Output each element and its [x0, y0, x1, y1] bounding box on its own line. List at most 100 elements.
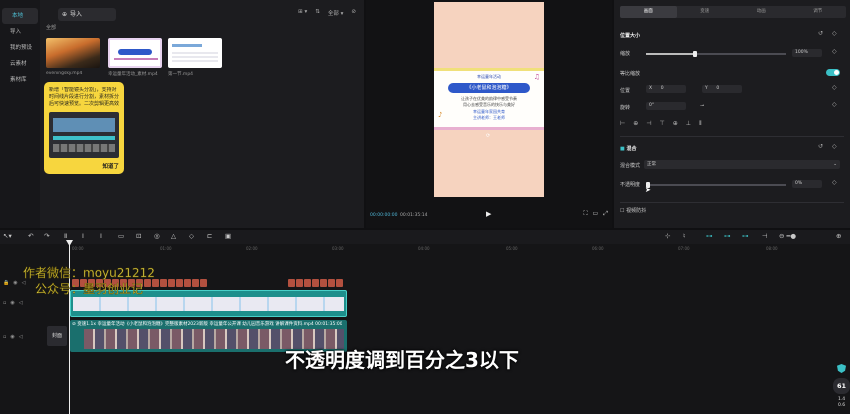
props-tabs: 画面 变速 动画 调节 [620, 6, 846, 18]
plus-icon: ⊕ [62, 11, 68, 18]
align-right-icon[interactable]: ⊣ [646, 120, 651, 128]
card-top-text: 幸运童年活动 [477, 74, 501, 79]
link-main-track-icon[interactable]: ⊶ [706, 232, 713, 240]
uniform-scale-toggle[interactable] [826, 69, 840, 76]
ruler-tick: 03:00 [332, 246, 344, 251]
lock-icon[interactable]: ▫ [3, 334, 6, 340]
blend-checkbox[interactable]: ■ [620, 146, 625, 152]
media-thumbnail[interactable] [168, 38, 222, 68]
split-left-icon[interactable]: Ⅰ [82, 232, 84, 240]
sidebar-item-cloud[interactable]: 云素材 [0, 56, 40, 72]
blend-mode-select[interactable]: 正常 ⌄ [644, 160, 840, 169]
uniform-scale-label: 等比缩放 [620, 71, 641, 77]
sidebar-item-presets[interactable]: 我的预设 [0, 40, 40, 56]
lock-icon[interactable]: 🔒 [3, 280, 9, 286]
blend-mode-value: 正常 [647, 162, 656, 167]
distribute-icon[interactable]: ⫴ [699, 120, 702, 128]
watermark-line: 作者微信：moyu21212 [23, 266, 155, 280]
clip-label: ⊘ 变速1.1x 幸运童年活动《小老鼠和泡泡糖》完整版素材2023新版 幸运童年… [72, 322, 342, 327]
scale-slider-knob[interactable] [693, 51, 697, 57]
cover-button[interactable]: 封面 [47, 326, 67, 346]
split-right-icon[interactable]: Ⅰ [100, 232, 102, 240]
undo-icon[interactable]: ↶ [28, 232, 33, 240]
play-icon[interactable]: ▶ [486, 210, 491, 218]
image-icon[interactable]: ▣ [225, 232, 231, 240]
opacity-slider[interactable] [646, 182, 786, 188]
align-middle-icon[interactable]: ⊕ [673, 120, 678, 128]
search-icon[interactable]: ⊘ [351, 9, 356, 17]
split-view-icon[interactable]: ⊣ [762, 232, 768, 240]
sidebar-item-library[interactable]: 素材库 [0, 72, 40, 88]
scale-slider[interactable] [646, 51, 786, 57]
keyframe-icon[interactable]: ◇ [832, 48, 837, 55]
lock-icon[interactable]: ▫ [3, 300, 6, 306]
divider [620, 136, 844, 137]
view-toggle-icon[interactable]: ⊞ ▾ [298, 9, 307, 17]
select-pointer-icon[interactable]: ↖▾ [3, 232, 12, 240]
anti-shake-row[interactable]: ☐ 视频防抖 [620, 207, 646, 214]
split-icon[interactable]: Ⅱ [64, 232, 67, 240]
checkbox-icon[interactable]: ☐ [620, 208, 624, 214]
card-line: 用心去感受音乐的快乐与美好 [463, 102, 515, 107]
tip-dismiss-button[interactable]: 知道了 [102, 164, 119, 171]
video-preview[interactable]: ♫ ♪ 幸运童年活动 《小老鼠和泡泡糖》 让孩子在优美的韵律中感受节奏 用心去感… [434, 2, 544, 197]
filter-dropdown[interactable]: 全部 ▾ [328, 9, 344, 17]
rotate-icon[interactable]: ◇ [189, 232, 194, 240]
fullscreen-icon[interactable]: ⤢ [603, 210, 608, 218]
reset-icon[interactable]: ↺ [818, 143, 823, 150]
audio-marker-group[interactable] [288, 279, 343, 287]
mirror-icon[interactable]: △ [171, 232, 176, 240]
media-thumbnail[interactable] [108, 38, 162, 68]
align-center-icon[interactable]: ⊕ [633, 120, 638, 128]
tab-animation[interactable]: 动画 [733, 6, 790, 18]
media-caption: 幸运童年活动_素材.mp4 [108, 72, 158, 77]
tab-picture[interactable]: 画面 [620, 6, 677, 18]
keyframe-icon[interactable]: ◇ [832, 143, 837, 150]
eye-icon[interactable]: ◉ [13, 280, 17, 286]
rotate-dial-icon[interactable]: ⊸ [700, 103, 704, 109]
reverse-icon[interactable]: ◎ [154, 232, 160, 240]
redo-icon[interactable]: ↷ [44, 232, 49, 240]
tab-adjust[interactable]: 调节 [790, 6, 847, 18]
position-x-field[interactable]: X 0 [646, 85, 686, 93]
sort-icon[interactable]: ⇅ [315, 9, 320, 17]
preview-axis-icon[interactable]: ⊶ [742, 232, 749, 240]
eye-icon[interactable]: ◉ [10, 334, 14, 340]
sidebar-item-import[interactable]: 导入 [0, 24, 40, 40]
zoom-in-icon[interactable]: ⊕ [836, 232, 841, 240]
scale-slider-fill [646, 53, 695, 55]
zoom-slider[interactable]: ⊖ ━● [779, 232, 796, 240]
media-thumbnail[interactable] [46, 38, 100, 68]
delete-icon[interactable]: ▭ [118, 232, 124, 240]
ruler-tick: 05:00 [506, 246, 518, 251]
opacity-value[interactable]: 0% [792, 180, 822, 188]
eye-icon[interactable]: ◉ [10, 300, 14, 306]
keyframe-icon[interactable]: ◇ [832, 101, 837, 108]
anti-shake-label: 视频防抖 [626, 208, 647, 214]
align-top-icon[interactable]: ⊤ [660, 120, 665, 128]
align-left-icon[interactable]: ⊢ [620, 120, 625, 128]
section-position-size: 位置大小 [620, 33, 641, 39]
crop-icon[interactable]: ⛶ [583, 210, 587, 218]
scale-value[interactable]: 100% [792, 49, 822, 57]
ratio-icon[interactable]: ▭ [593, 210, 599, 218]
auto-snap-icon[interactable]: ⊹ [665, 232, 670, 240]
tab-speed[interactable]: 变速 [677, 6, 734, 18]
reset-icon[interactable]: ↺ [818, 30, 823, 37]
import-button[interactable]: ⊕ 导入 [58, 8, 116, 21]
rotate-handle-icon[interactable]: ⟳ [486, 133, 490, 139]
align-bottom-icon[interactable]: ⊥ [686, 120, 691, 128]
rotate-field[interactable]: 0° [646, 102, 686, 110]
sidebar-item-local[interactable]: 本地 [2, 8, 38, 24]
keyframe-icon[interactable]: ◇ [832, 179, 837, 186]
keyframe-icon[interactable]: ◇ [832, 84, 837, 91]
keyframe-icon[interactable]: ◇ [832, 30, 837, 37]
position-y-field[interactable]: Y 0 [702, 85, 742, 93]
ruler-tick: 06:00 [592, 246, 604, 251]
link-audio-icon[interactable]: ⊶ [724, 232, 731, 240]
audio-icon[interactable]: ◁ [19, 334, 23, 340]
freeze-icon[interactable]: ⊡ [136, 232, 141, 240]
crop-tool-icon[interactable]: ⊏ [207, 232, 212, 240]
microphone-icon[interactable]: ♮ [683, 232, 685, 240]
audio-icon[interactable]: ◁ [19, 300, 23, 306]
